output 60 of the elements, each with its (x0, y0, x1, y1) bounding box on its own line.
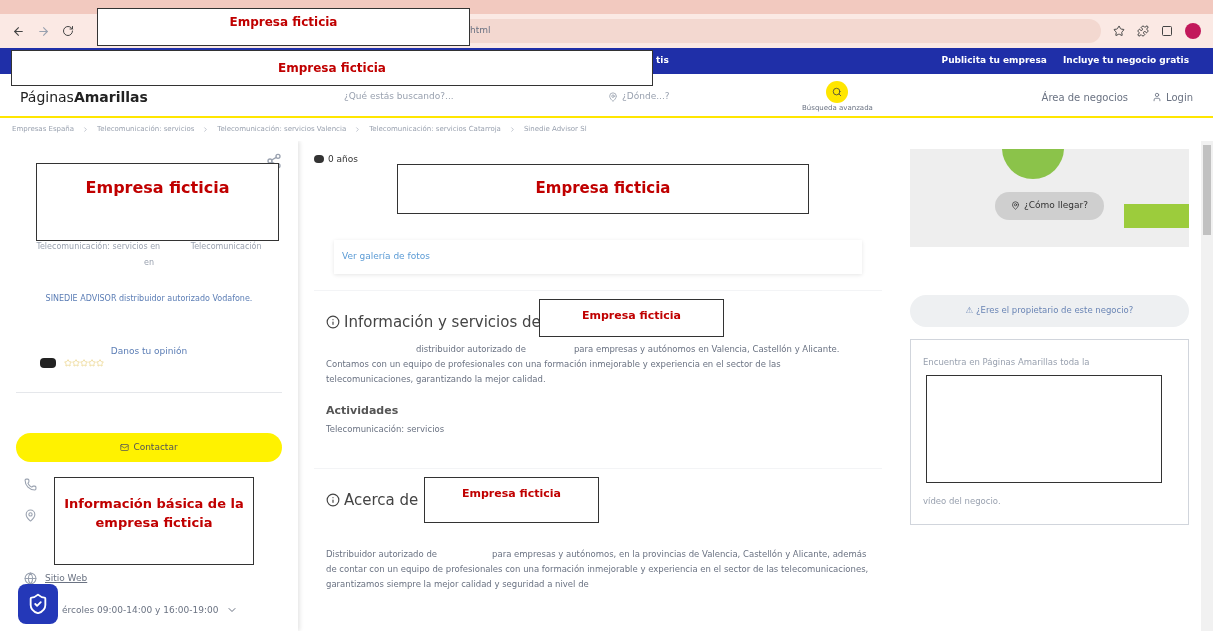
annotation-label: Empresa ficticia (97, 8, 470, 46)
shield-check-icon (27, 592, 49, 615)
owner-claim-button[interactable]: ⚠ ¿Eres el propietario de este negocio? (910, 294, 1189, 327)
top-bar-link[interactable]: Publicita tu empresa (941, 54, 1047, 68)
annotation-label: Empresa ficticia (539, 299, 724, 337)
rating-stars[interactable] (64, 359, 104, 367)
annotation-label: Empresa ficticia (397, 163, 809, 214)
search-button[interactable] (826, 80, 849, 103)
pa-logo-icon (314, 155, 324, 164)
years-text: 0 años (328, 152, 358, 166)
category-text: en (144, 256, 154, 269)
map-area-drawing (1124, 203, 1189, 228)
website-link[interactable]: Sitio Web (45, 572, 88, 586)
info-icon (326, 315, 340, 330)
back-icon[interactable] (12, 24, 25, 38)
chevron-right-icon (82, 125, 90, 133)
info-paragraph: distribuidor autorizado de para empresas y autónomos en Valencia, Castellón y Alicante. Contamos con un equipo de profesionales con una formación inmejorable y experiencia en el sector de las telecomunicaciones, garantizando la mejor calidad. (326, 342, 841, 386)
contact-button[interactable]: Contactar (16, 433, 282, 462)
annotation-label: Empresa ficticia (11, 50, 653, 86)
promo-text: Encuentra en Páginas Amarillas toda la (923, 355, 1091, 369)
gallery-link[interactable]: Ver galería de fotos (342, 250, 430, 264)
pa-logo-icon (40, 358, 56, 368)
annotation-label: Empresa ficticia (36, 162, 279, 241)
location-field[interactable]: ¿Dónde...? (622, 90, 670, 104)
directions-button[interactable]: ¿Cómo llegar? (995, 191, 1104, 220)
top-bar-link[interactable]: Incluye tu negocio gratis (1062, 54, 1189, 68)
privacy-shield-button[interactable] (18, 583, 58, 624)
phone-icon (24, 478, 37, 491)
location-pin-icon (608, 92, 618, 102)
globe-icon (24, 572, 37, 586)
review-link[interactable]: Danos tu opinión (110, 344, 188, 358)
tagline-link[interactable]: SINEDIE ADVISOR distribuidor autorizado Vodafone. (45, 292, 253, 305)
annotation-label: Empresa ficticia (424, 476, 599, 523)
top-bar-text: tis (656, 54, 669, 68)
promo-text: vídeo del negocio. (923, 494, 1002, 508)
chevron-right-icon (202, 125, 210, 133)
category-text: Telecomunicación: servicios en Telecomunicación (36, 240, 262, 253)
annotation-label: Información básica de la empresa ficticia (54, 476, 254, 565)
login-link[interactable]: Login (1166, 89, 1193, 105)
user-icon (1152, 92, 1162, 102)
profile-avatar[interactable] (1185, 23, 1201, 39)
section-title: Acerca de (344, 489, 419, 511)
extensions-icon[interactable] (1137, 25, 1149, 37)
section-subtitle: Actividades (326, 402, 400, 419)
search-icon (832, 86, 843, 97)
chevron-right-icon (508, 125, 516, 133)
reload-icon[interactable] (62, 25, 74, 37)
about-paragraph: Distribuidor autorizado de para empresas y autónomos, en la provincias de Valencia, Castellón y Alicante, además de contar con un equipo de profesionales con una formación inmejorable y experiencia en el sector de las telecomunicaciones, garantizamos siempre la mejor calidad y seguridad a nivel de (326, 548, 870, 592)
business-area-link[interactable]: Área de negocios (1041, 89, 1128, 105)
activity-text: Telecomunicación: servicios (326, 423, 446, 436)
info-icon (326, 493, 340, 507)
opening-hours: ércoles 09:00-14:00 y 16:00-19:00 (62, 603, 219, 617)
location-pin-icon (1011, 201, 1020, 210)
chevron-right-icon (354, 125, 362, 133)
bookmark-star-icon[interactable] (1113, 25, 1125, 37)
sidebar-icon[interactable] (1161, 25, 1173, 37)
site-logo[interactable]: PáginasAmarillas (20, 86, 320, 108)
envelope-icon (120, 443, 130, 452)
address-pin-icon (24, 509, 37, 522)
search-field[interactable]: ¿Qué estás buscando?... (344, 90, 584, 104)
